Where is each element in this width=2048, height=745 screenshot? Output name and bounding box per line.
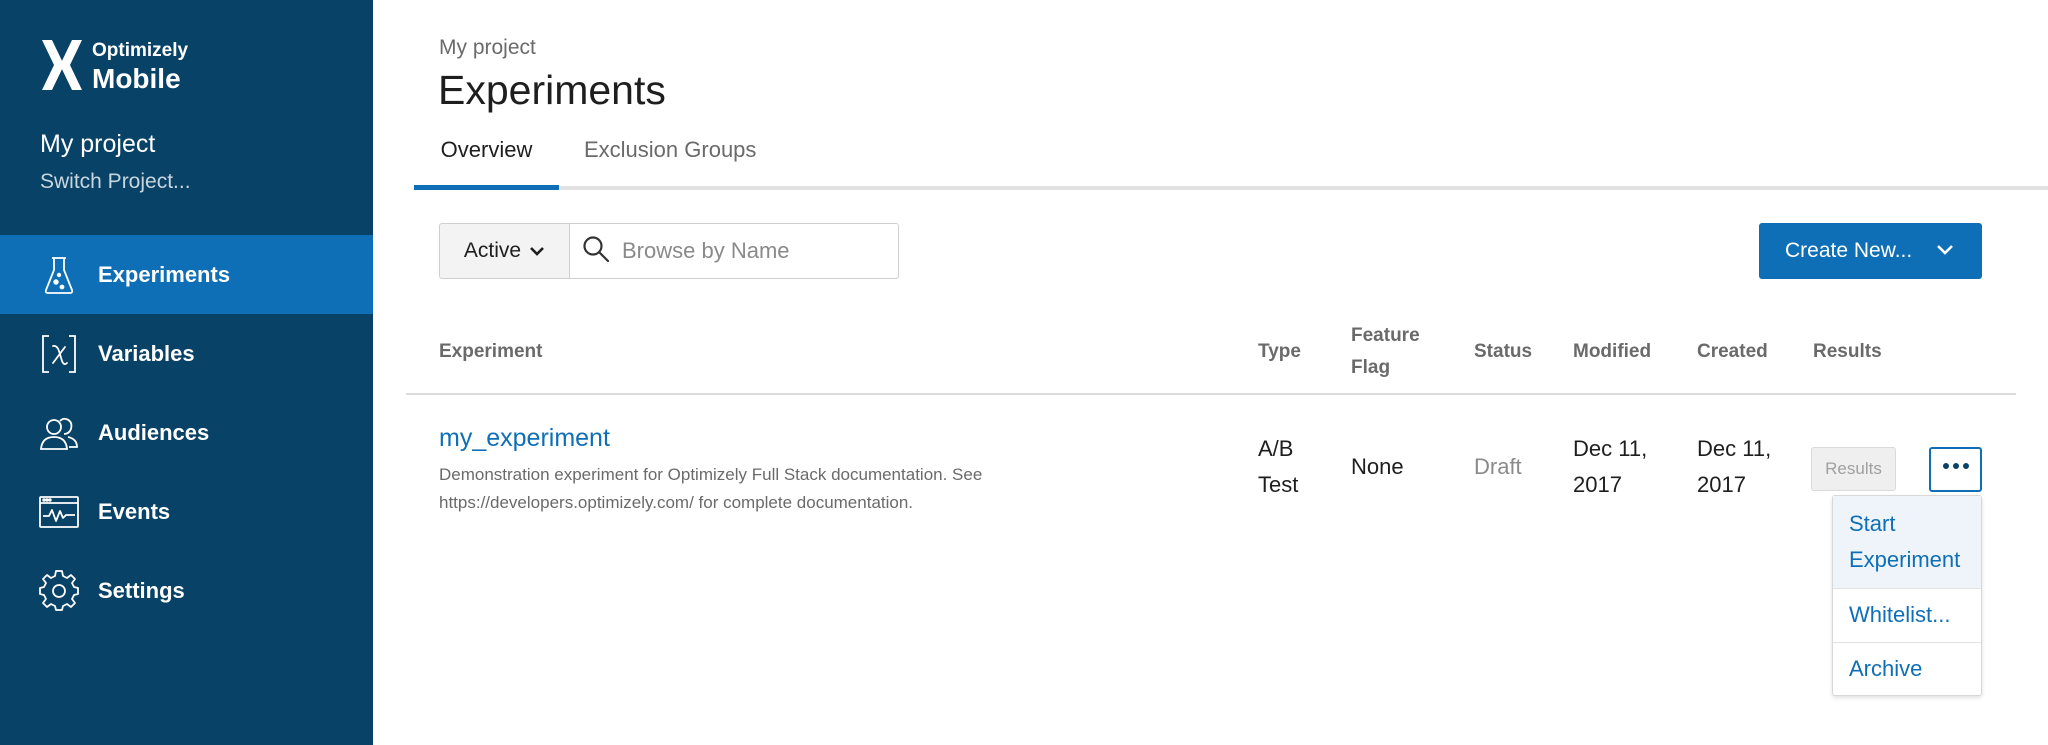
menu-item-label: Start — [1849, 511, 1896, 536]
page-title: Experiments — [438, 67, 666, 113]
sidebar-item-label: Experiments — [98, 261, 231, 287]
experiment-type: A/B Test — [1258, 431, 1298, 503]
events-icon — [38, 491, 80, 533]
create-new-label: Create New... — [1785, 239, 1913, 262]
table-header-divider — [406, 393, 2016, 395]
status-filter-value: Active — [463, 239, 522, 262]
create-new-button[interactable]: Create New... — [1759, 223, 1982, 279]
column-header-experiment[interactable]: Experiment — [439, 336, 542, 368]
description-line: Demonstration experiment for Optimizely … — [439, 465, 983, 484]
sidebar-item-experiments[interactable]: Experiments — [0, 235, 373, 314]
tab-bar: Overview Exclusion Groups — [414, 128, 2048, 190]
column-header-results: Results — [1813, 341, 1882, 362]
column-header-type[interactable]: Type — [1258, 336, 1301, 368]
sidebar-item-settings[interactable]: Settings — [0, 551, 373, 630]
menu-item-label: Experiment — [1849, 547, 1961, 572]
column-header-feature-flag[interactable]: Feature — [1351, 320, 1420, 352]
project-name: My project — [40, 130, 156, 158]
experiment-name-link[interactable]: my_experiment — [439, 424, 610, 453]
breadcrumb[interactable]: My project — [439, 36, 536, 60]
created-line: 2017 — [1697, 472, 1746, 497]
search-field[interactable] — [569, 223, 899, 279]
tab-overview[interactable]: Overview — [414, 128, 559, 190]
row-actions-menu: Start Experiment Whitelist... Archive — [1832, 495, 1982, 696]
sidebar: Optimizely Mobile My project Switch Proj… — [0, 0, 373, 745]
results-button[interactable]: Results — [1811, 447, 1896, 491]
sidebar-item-label: Events — [98, 498, 171, 524]
tab-exclusion-groups[interactable]: Exclusion Groups — [584, 128, 756, 190]
modified-line: Dec 11, — [1573, 436, 1648, 461]
more-actions-button[interactable] — [1929, 447, 1982, 492]
search-icon — [582, 235, 610, 268]
sidebar-nav: Experiments Variables Audiences Events S… — [0, 235, 373, 630]
column-header-feature-flag-line2[interactable]: Flag — [1351, 352, 1390, 384]
sidebar-item-variables[interactable]: Variables — [0, 314, 373, 393]
search-input[interactable] — [622, 238, 882, 264]
flask-icon — [38, 254, 80, 296]
ellipsis-icon — [1942, 462, 1969, 469]
description-line: https://developers.optimizely.com/ for c… — [439, 493, 914, 512]
sidebar-item-audiences[interactable]: Audiences — [0, 393, 373, 472]
product-name: Mobile — [92, 63, 181, 94]
sidebar-item-label: Settings — [98, 577, 185, 603]
experiment-status: Draft — [1474, 454, 1522, 479]
column-header-created[interactable]: Created — [1697, 336, 1768, 368]
experiment-created-date: Dec 11, 2017 — [1697, 431, 1771, 503]
sidebar-item-label: Variables — [98, 340, 195, 366]
status-filter-dropdown[interactable]: Active — [439, 223, 570, 279]
menu-item-start-experiment[interactable]: Start Experiment — [1833, 496, 1981, 589]
chevron-down-icon — [521, 239, 545, 263]
column-header-status[interactable]: Status — [1474, 336, 1532, 368]
gear-icon — [38, 569, 80, 612]
audiences-icon — [38, 412, 80, 454]
brand-logo[interactable]: Optimizely Mobile — [40, 38, 188, 97]
type-line: Test — [1258, 472, 1299, 497]
optimizely-x-logo-icon — [40, 38, 84, 97]
variable-icon — [38, 333, 80, 375]
brand-name: Optimizely — [92, 40, 189, 61]
modified-line: 2017 — [1573, 472, 1622, 497]
type-line: A/B — [1258, 436, 1294, 461]
sidebar-item-events[interactable]: Events — [0, 472, 373, 551]
column-header-modified[interactable]: Modified — [1573, 336, 1651, 368]
switch-project-link[interactable]: Switch Project... — [40, 168, 191, 196]
experiment-modified-date: Dec 11, 2017 — [1573, 431, 1647, 503]
experiment-feature-flag: None — [1351, 454, 1404, 479]
menu-item-archive[interactable]: Archive — [1833, 643, 1981, 695]
created-line: Dec 11, — [1697, 436, 1772, 461]
experiment-description: Demonstration experiment for Optimizely … — [439, 461, 1039, 517]
menu-item-whitelist[interactable]: Whitelist... — [1833, 589, 1981, 643]
sidebar-item-label: Audiences — [98, 419, 210, 445]
